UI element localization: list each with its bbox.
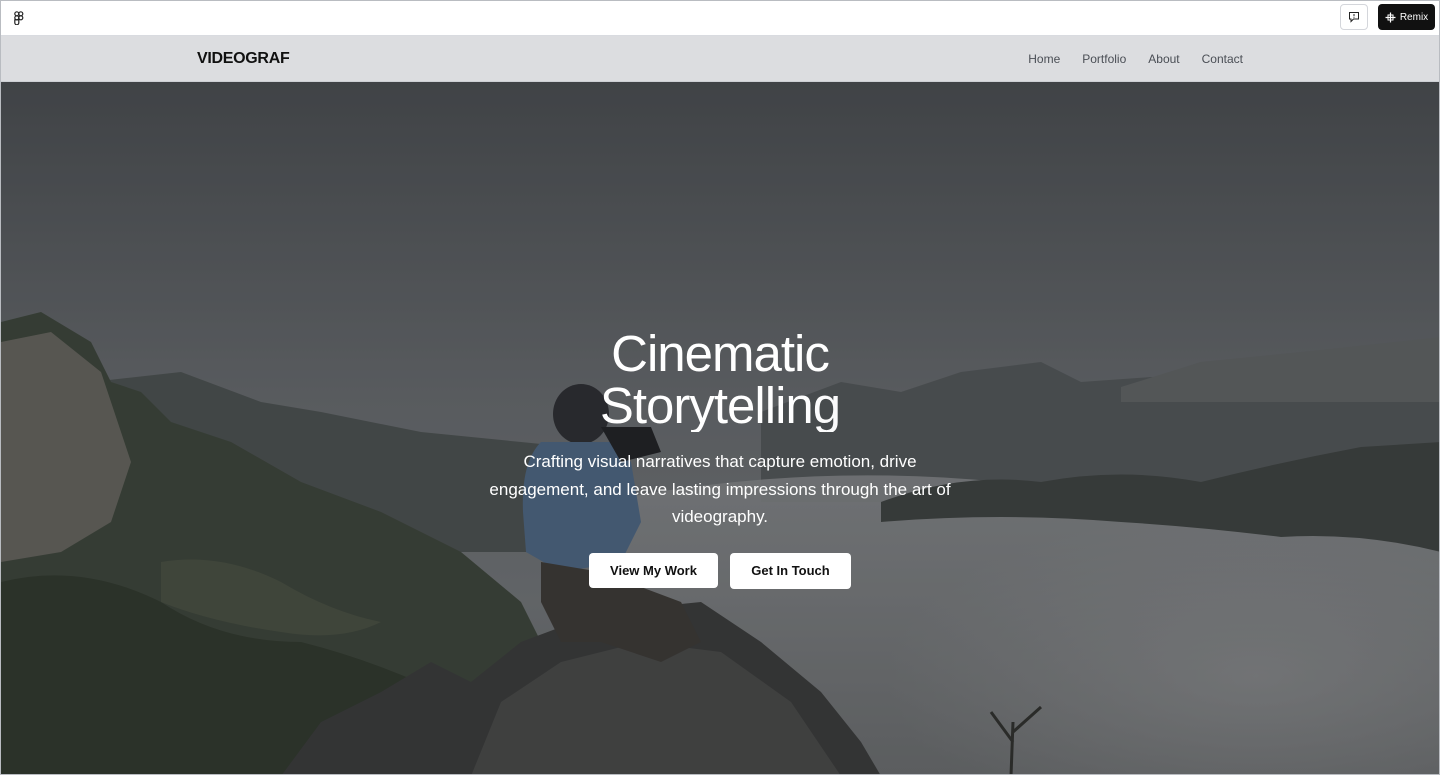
feedback-button[interactable] (1340, 4, 1368, 30)
remix-button[interactable]: Remix (1378, 4, 1435, 30)
hero-title-line-2: Storytelling (1, 380, 1439, 432)
figma-logo-icon[interactable] (10, 9, 28, 27)
site-navbar: VIDEOGRAF Home Portfolio About Contact (1, 36, 1439, 82)
view-my-work-button[interactable]: View My Work (589, 552, 718, 588)
feedback-icon (1349, 12, 1359, 23)
nav-link-about[interactable]: About (1148, 52, 1179, 66)
nav-links: Home Portfolio About Contact (1028, 52, 1243, 66)
nav-link-contact[interactable]: Contact (1202, 52, 1243, 66)
editor-top-bar: Remix (1, 1, 1439, 36)
nav-link-portfolio[interactable]: Portfolio (1082, 52, 1126, 66)
hero-title-line-1: Cinematic (611, 325, 830, 382)
hero-subtitle: Crafting visual narratives that capture … (489, 452, 951, 526)
brand-logo[interactable]: VIDEOGRAF (197, 50, 290, 68)
get-in-touch-button[interactable]: Get In Touch (730, 552, 851, 589)
remix-icon (1385, 12, 1396, 22)
hero-title: Cinematic Storytelling (1, 328, 1439, 432)
remix-label: Remix (1399, 11, 1429, 23)
hero-section: Cinematic Storytelling Crafting visual n… (1, 82, 1439, 774)
hero-content: Cinematic Storytelling Crafting visual n… (1, 328, 1439, 589)
hero-actions: View My Work Get In Touch (1, 552, 1439, 589)
nav-link-home[interactable]: Home (1028, 52, 1060, 66)
browser-frame: Remix VIDEOGRAF Home Portfolio About Con… (0, 0, 1440, 775)
